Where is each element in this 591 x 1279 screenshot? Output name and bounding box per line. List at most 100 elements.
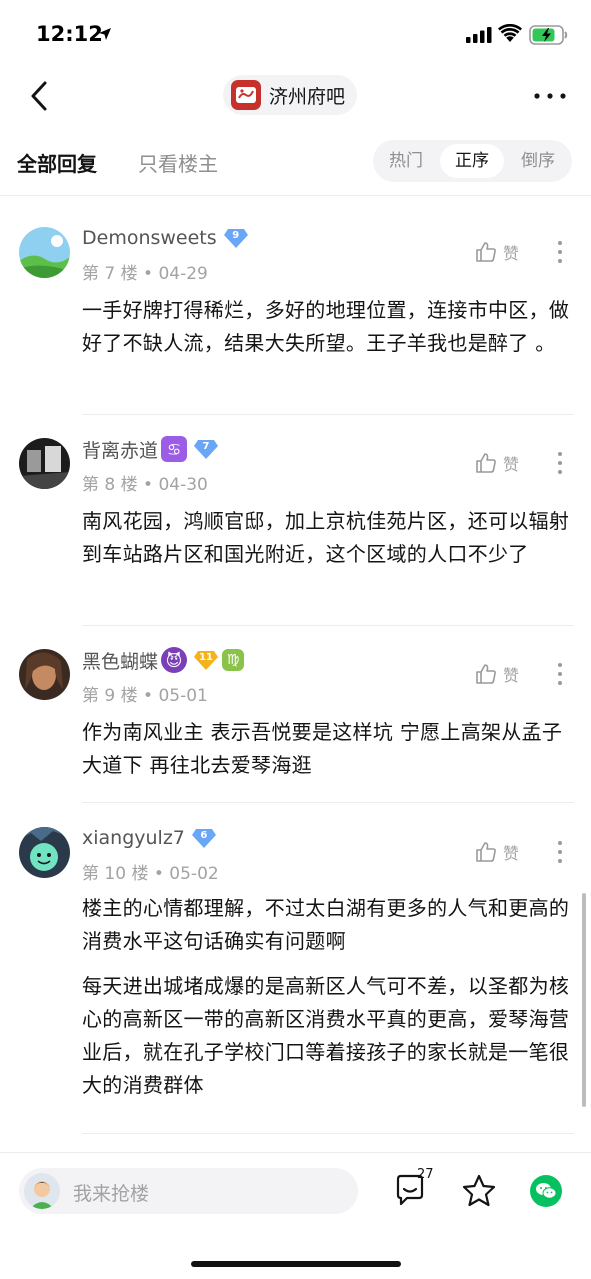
- reply-post: xiangyulz7 6 第 10 楼 • 05-02 赞 楼主的心情都理解，不…: [0, 824, 591, 1124]
- avatar[interactable]: [19, 227, 70, 278]
- more-options-icon[interactable]: [530, 80, 570, 112]
- user-row: Demonsweets 9: [82, 225, 249, 251]
- cellular-signal-icon: [466, 27, 492, 43]
- post-content: 南风花园，鸿顺官邸，加上京杭佳苑片区，还可以辐射到车站路片区和国光附近，这个区域…: [82, 505, 574, 571]
- divider: [82, 414, 574, 415]
- sort-hot[interactable]: 热门: [374, 144, 438, 178]
- avatar[interactable]: [19, 827, 70, 878]
- post-meta: 第 10 楼 • 05-02: [82, 864, 219, 884]
- level-number: 11: [199, 652, 213, 663]
- thumbs-up-icon: [476, 664, 496, 684]
- floor-number: 第 10 楼: [82, 864, 149, 884]
- username[interactable]: Demonsweets: [82, 227, 217, 249]
- post-paragraph: 一手好牌打得稀烂，多好的地理位置，连接市中区，做好了不缺人流，结果大失所望。王子…: [82, 298, 570, 355]
- post-content: 作为南风业主 表示吾悦要是这样坑 宁愿上高架从孟子大道下 再往北去爱琴海逛: [82, 716, 574, 782]
- avatar-portrait-icon: [19, 649, 70, 700]
- post-meta: 第 8 楼 • 04-30: [82, 475, 208, 495]
- post-date: 04-29: [158, 264, 208, 284]
- divider: [0, 195, 591, 196]
- post-paragraph: 楼主的心情都理解，不过太白湖有更多的人气和更高的消费水平这句话确实有问题啊: [82, 896, 570, 953]
- like-button[interactable]: 赞: [475, 240, 519, 264]
- status-bar: 12:12: [0, 0, 591, 70]
- reply-input[interactable]: 我来抢楼: [19, 1168, 358, 1214]
- like-label: 赞: [503, 244, 520, 263]
- divider: [82, 625, 574, 626]
- wifi-icon: [498, 24, 522, 42]
- like-button[interactable]: 赞: [475, 662, 519, 686]
- level-badge: 6: [191, 827, 217, 849]
- level-number: 7: [202, 441, 210, 452]
- tab-all-replies[interactable]: 全部回复: [17, 148, 97, 177]
- sort-descending[interactable]: 倒序: [506, 144, 570, 178]
- avatar[interactable]: [19, 649, 70, 700]
- username[interactable]: 背离赤道: [82, 436, 158, 463]
- tab-only-op[interactable]: 只看楼主: [138, 148, 218, 177]
- level-number: 9: [232, 230, 240, 241]
- username[interactable]: xiangyulz7: [82, 827, 185, 849]
- username[interactable]: 黑色蝴蝶: [82, 647, 158, 674]
- sort-toggle: 热门 正序 倒序: [373, 140, 572, 182]
- sort-ascending[interactable]: 正序: [440, 144, 504, 178]
- post-more-icon[interactable]: [550, 238, 570, 266]
- thumbs-up-icon: [476, 842, 496, 862]
- post-more-icon[interactable]: [550, 838, 570, 866]
- thumbs-up-icon: [476, 242, 496, 262]
- location-arrow-icon: [99, 28, 111, 40]
- level-badge: 7: [193, 438, 219, 460]
- reply-filter-bar: 全部回复 只看楼主 热门 正序 倒序: [0, 138, 591, 184]
- virgo-zodiac-icon: ♍: [222, 649, 245, 671]
- post-paragraph: 作为南风业主 表示吾悦要是这样坑 宁愿上高架从孟子大道下 再往北去爱琴海逛: [82, 720, 563, 777]
- divider: [82, 802, 574, 803]
- post-content: 楼主的心情都理解，不过太白湖有更多的人气和更高的消费水平这句话确实有问题啊 每天…: [82, 892, 574, 1102]
- floor-number: 第 9 楼: [82, 686, 138, 706]
- scrollbar[interactable]: [582, 893, 586, 1107]
- forum-logo: [231, 80, 261, 110]
- floor-number: 第 8 楼: [82, 475, 138, 495]
- level-badge: 9: [223, 227, 249, 249]
- devil-emoji-icon: 😈: [161, 647, 188, 673]
- like-label: 赞: [503, 844, 520, 863]
- favorite-star-icon[interactable]: [461, 1173, 497, 1209]
- wechat-icon: [536, 1183, 557, 1199]
- avatar-cartoon-icon: [24, 1173, 60, 1209]
- post-more-icon[interactable]: [550, 449, 570, 477]
- avatar[interactable]: [19, 438, 70, 489]
- divider: [82, 1133, 574, 1134]
- post-date: 04-30: [158, 475, 208, 495]
- user-row: xiangyulz7 6: [82, 825, 217, 851]
- my-avatar: [24, 1173, 60, 1209]
- like-label: 赞: [503, 666, 520, 685]
- like-label: 赞: [503, 455, 520, 474]
- like-button[interactable]: 赞: [475, 840, 519, 864]
- forum-name: 济州府吧: [269, 85, 346, 108]
- back-icon[interactable]: [22, 76, 58, 116]
- forum-pill[interactable]: 济州府吧: [223, 75, 358, 115]
- post-more-icon[interactable]: [550, 660, 570, 688]
- post-date: 05-01: [158, 686, 208, 706]
- post-paragraph: 南风花园，鸿顺官邸，加上京杭佳苑片区，还可以辐射到车站路片区和国光附近，这个区域…: [82, 509, 570, 566]
- cancer-zodiac-icon: ♋: [161, 436, 188, 462]
- wechat-share-button[interactable]: [530, 1175, 562, 1207]
- forum-emblem-icon: [236, 87, 256, 103]
- level-number: 6: [200, 830, 208, 841]
- level-badge: 11: [193, 649, 219, 671]
- user-row: 背离赤道 ♋ 7: [82, 436, 219, 462]
- bottom-bar: 我来抢楼 27: [0, 1152, 591, 1279]
- user-row: 黑色蝴蝶 😈 11 ♍: [82, 647, 245, 674]
- avatar-dark-photo-icon: [19, 438, 70, 489]
- status-time: 12:12: [36, 22, 103, 46]
- post-paragraph: 每天进出城堵成爆的是高新区人气可不差，以圣都为核心的高新区一带的高新区消费水平真…: [82, 974, 570, 1097]
- comment-count: 27: [417, 1167, 434, 1182]
- avatar-cartoon-icon: [19, 827, 70, 878]
- battery-charging-icon: [529, 25, 568, 45]
- like-button[interactable]: 赞: [475, 451, 519, 475]
- floor-number: 第 7 楼: [82, 264, 138, 284]
- post-meta: 第 7 楼 • 04-29: [82, 264, 208, 284]
- nav-bar: 济州府吧: [0, 70, 591, 122]
- post-meta: 第 9 楼 • 05-01: [82, 686, 208, 706]
- reply-post: Demonsweets 9 第 7 楼 • 04-29 赞 一手好牌打得稀烂，多…: [0, 224, 591, 414]
- reply-placeholder: 我来抢楼: [73, 1183, 150, 1205]
- post-date: 05-02: [169, 864, 219, 884]
- home-indicator: [191, 1261, 401, 1267]
- reply-post: 黑色蝴蝶 😈 11 ♍ 第 9 楼 • 05-01 赞 作为南风业主 表示吾悦要…: [0, 646, 591, 802]
